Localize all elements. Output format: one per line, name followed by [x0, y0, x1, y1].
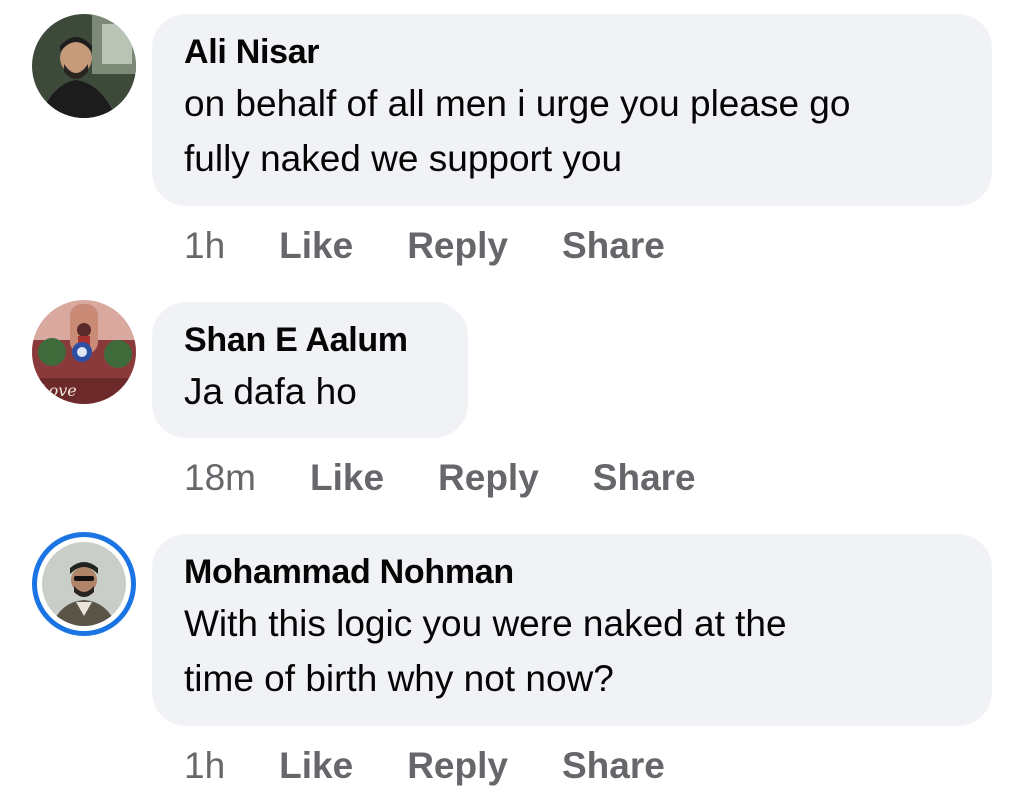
- comment-text-line: time of birth why not now?: [184, 658, 614, 699]
- avatar-with-story-ring[interactable]: [32, 532, 136, 636]
- reply-button[interactable]: Reply: [407, 744, 508, 788]
- comment-timestamp[interactable]: 18m: [184, 456, 256, 500]
- avatar[interactable]: [32, 14, 136, 118]
- avatar-caption: Love: [37, 381, 77, 400]
- reply-button[interactable]: Reply: [407, 224, 508, 268]
- comment-author[interactable]: Ali Nisar: [184, 32, 960, 72]
- comment-actions: 1h Like Reply Share: [184, 744, 719, 788]
- comment-author[interactable]: Shan E Aalum: [184, 320, 436, 360]
- comment-actions: 18m Like Reply Share: [184, 456, 750, 500]
- like-button[interactable]: Like: [310, 456, 384, 500]
- avatar-photo: [42, 542, 126, 626]
- comment-text: Ja dafa ho: [184, 364, 436, 419]
- comment-timestamp[interactable]: 1h: [184, 224, 225, 268]
- comment-text-line: Ja dafa ho: [184, 371, 357, 412]
- share-button[interactable]: Share: [593, 456, 696, 500]
- reply-button[interactable]: Reply: [438, 456, 539, 500]
- comment-text-line: on behalf of all men i urge you please g…: [184, 83, 851, 124]
- like-button[interactable]: Like: [279, 744, 353, 788]
- comment-text: With this logic you were naked at the ti…: [184, 596, 960, 706]
- comment-bubble: Shan E Aalum Ja dafa ho: [152, 302, 468, 438]
- comment-author[interactable]: Mohammad Nohman: [184, 552, 960, 592]
- comment-text-line: With this logic you were naked at the: [184, 603, 787, 644]
- share-button[interactable]: Share: [562, 224, 665, 268]
- comment-bubble: Mohammad Nohman With this logic you were…: [152, 534, 992, 726]
- share-button[interactable]: Share: [562, 744, 665, 788]
- comment-text-line: fully naked we support you: [184, 138, 623, 179]
- comment-actions: 1h Like Reply Share: [184, 224, 719, 268]
- avatar-photo: [32, 14, 136, 118]
- avatar-photo: Love: [32, 300, 136, 404]
- comment-timestamp[interactable]: 1h: [184, 744, 225, 788]
- comment-text: on behalf of all men i urge you please g…: [184, 76, 960, 186]
- like-button[interactable]: Like: [279, 224, 353, 268]
- avatar[interactable]: Love: [32, 300, 136, 404]
- comment-bubble: Ali Nisar on behalf of all men i urge yo…: [152, 14, 992, 206]
